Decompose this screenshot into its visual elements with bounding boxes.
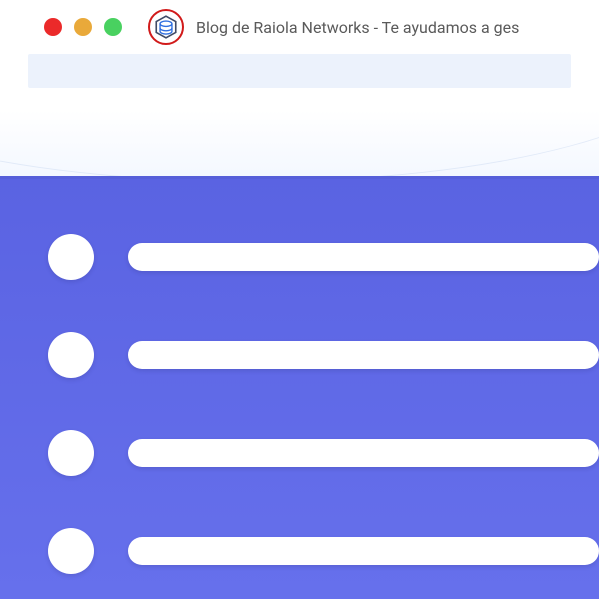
zoom-window-button[interactable] — [104, 18, 122, 36]
minimize-window-button[interactable] — [74, 18, 92, 36]
bullet-icon — [48, 332, 94, 378]
content-panel — [0, 176, 599, 599]
tab-title: Blog de Raiola Networks - Te ayudamos a … — [196, 18, 519, 37]
list-item — [48, 234, 599, 280]
skeleton-bar — [128, 341, 599, 369]
skeleton-bar — [128, 243, 599, 271]
close-window-button[interactable] — [44, 18, 62, 36]
favicon-highlight-circle — [148, 9, 184, 45]
bullet-icon — [48, 234, 94, 280]
header-gradient — [0, 110, 599, 176]
url-bar-area — [0, 54, 599, 110]
skeleton-bar — [128, 439, 599, 467]
list-item — [48, 430, 599, 476]
raiola-hex-stack-icon — [153, 14, 179, 40]
traffic-lights — [44, 18, 122, 36]
bullet-icon — [48, 528, 94, 574]
bullet-icon — [48, 430, 94, 476]
list-item — [48, 528, 599, 574]
list-item — [48, 332, 599, 378]
skeleton-bar — [128, 537, 599, 565]
skeleton-list — [48, 234, 599, 574]
address-bar[interactable] — [28, 54, 571, 88]
window-titlebar: Blog de Raiola Networks - Te ayudamos a … — [0, 0, 599, 54]
